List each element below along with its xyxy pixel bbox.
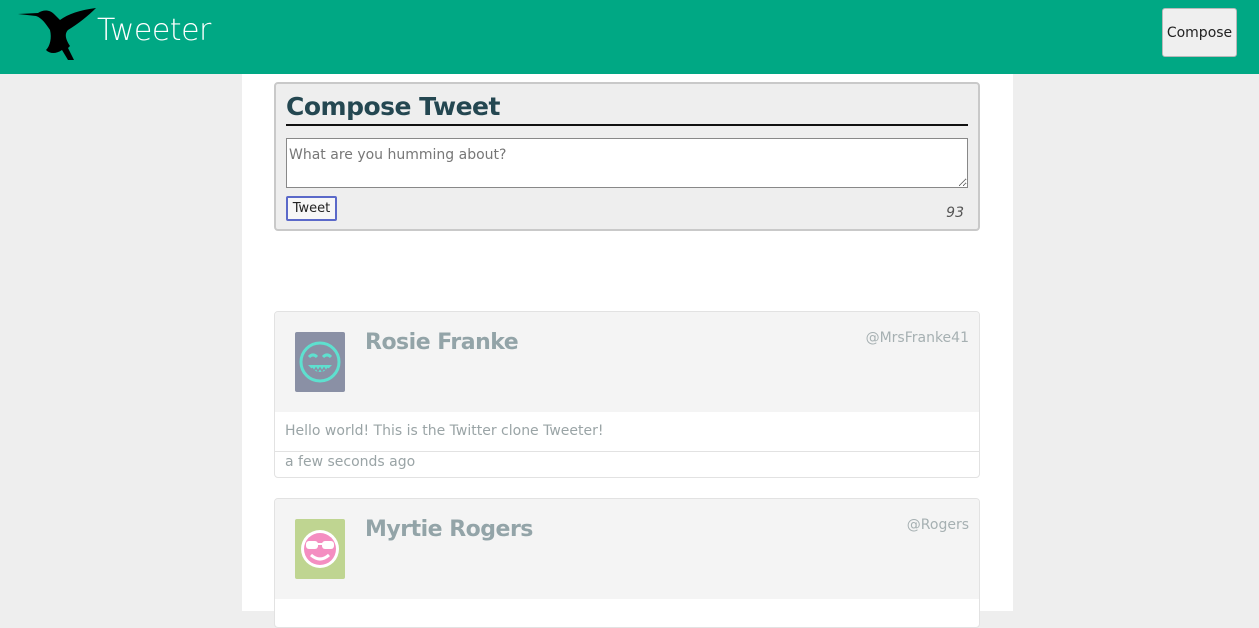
tweet-author-handle: @MrsFranke41 bbox=[865, 330, 969, 346]
tweet-card: Myrtie Rogers @Rogers bbox=[274, 498, 980, 628]
tweet-header: Myrtie Rogers @Rogers bbox=[275, 499, 979, 599]
compose-divider bbox=[286, 124, 968, 126]
grinning-face-avatar-icon bbox=[295, 332, 345, 392]
main-container: Compose Tweet Tweet 93 Rosie Franke @Mrs… bbox=[242, 74, 1013, 628]
char-counter: 93 bbox=[946, 205, 964, 221]
tweet-card: Rosie Franke @MrsFranke41 Hello world! T… bbox=[274, 311, 980, 478]
tweet-body: Hello world! This is the Twitter clone T… bbox=[275, 412, 979, 452]
tweet-header: Rosie Franke @MrsFranke41 bbox=[275, 312, 979, 412]
navbar: Tweeter Compose bbox=[0, 0, 1259, 74]
compose-toggle-button[interactable]: Compose bbox=[1162, 8, 1237, 57]
tweet-author-name: Rosie Franke bbox=[365, 330, 519, 355]
compose-tweet-panel: Compose Tweet Tweet 93 bbox=[274, 82, 980, 231]
sunglasses-face-avatar-icon bbox=[295, 519, 345, 579]
compose-title: Compose Tweet bbox=[286, 92, 500, 121]
tweet-timestamp: a few seconds ago bbox=[285, 454, 416, 470]
hummingbird-icon bbox=[18, 8, 96, 60]
tweet-input[interactable] bbox=[286, 138, 968, 188]
brand-title[interactable]: Tweeter bbox=[97, 13, 211, 48]
tweet-author-name: Myrtie Rogers bbox=[365, 517, 533, 542]
tweet-author-handle: @Rogers bbox=[906, 517, 969, 533]
tweet-submit-button[interactable]: Tweet bbox=[286, 196, 337, 221]
